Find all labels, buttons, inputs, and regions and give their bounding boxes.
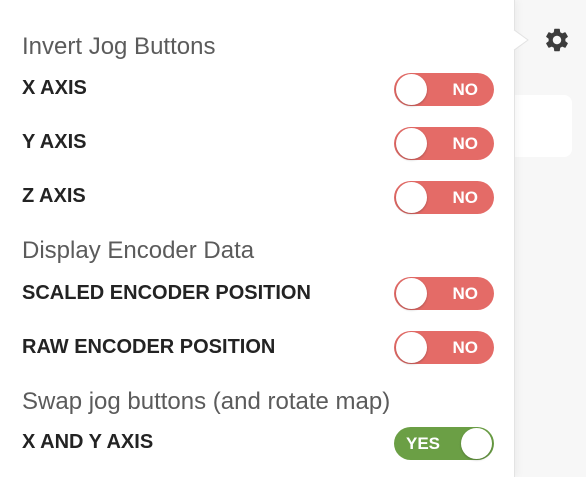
popover-pointer	[506, 24, 529, 56]
settings-popover: Invert Jog Buttons X AXIS NO Y AXIS NO Z…	[0, 0, 515, 477]
z-axis-label: Z AXIS	[22, 185, 86, 207]
toggle-knob	[396, 332, 427, 363]
z-axis-invert-toggle[interactable]: NO	[394, 181, 494, 214]
x-axis-invert-toggle[interactable]: NO	[394, 73, 494, 106]
toggle-state: NO	[452, 284, 479, 303]
x-and-y-axis-swap-toggle[interactable]: YES	[394, 427, 494, 460]
toggle-state: YES	[406, 434, 441, 453]
encoder-data-title: Display Encoder Data	[22, 237, 255, 264]
gear-icon[interactable]	[543, 26, 571, 54]
toggle-knob	[461, 428, 492, 459]
toggle-knob	[396, 128, 427, 159]
toggle-knob	[396, 74, 427, 105]
swap-jog-title: Swap jog buttons (and rotate map)	[22, 388, 391, 415]
x-and-y-axis-label: X AND Y AXIS	[22, 431, 154, 453]
y-axis-label: Y AXIS	[22, 131, 87, 153]
toggle-state: NO	[452, 134, 479, 153]
toggle-state: NO	[452, 80, 479, 99]
y-axis-invert-toggle[interactable]: NO	[394, 127, 494, 160]
raw-encoder-position-toggle[interactable]: NO	[394, 331, 494, 364]
x-axis-label: X AXIS	[22, 77, 87, 99]
toggle-knob	[396, 182, 427, 213]
toggle-knob	[396, 278, 427, 309]
scaled-encoder-position-label: SCALED ENCODER POSITION	[22, 282, 311, 304]
raw-encoder-position-label: RAW ENCODER POSITION	[22, 336, 276, 358]
toggle-state: NO	[452, 188, 479, 207]
invert-jog-title: Invert Jog Buttons	[22, 33, 216, 60]
scaled-encoder-position-toggle[interactable]: NO	[394, 277, 494, 310]
toggle-state: NO	[452, 338, 479, 357]
